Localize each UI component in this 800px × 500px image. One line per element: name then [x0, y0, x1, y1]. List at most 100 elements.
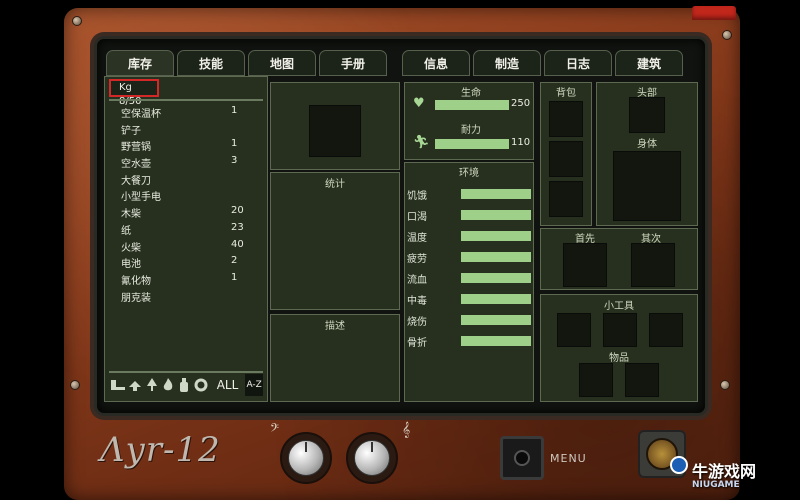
list-item[interactable]: 木柴 20	[121, 205, 251, 222]
item-name: 朋克装	[121, 292, 151, 304]
description-title: 描述	[325, 321, 345, 332]
stamina-value: 110	[511, 137, 531, 148]
treble-clef-icon: 𝄞	[402, 422, 411, 438]
tab-crafting[interactable]: 制造	[473, 50, 541, 76]
gear-filter-icon[interactable]	[194, 377, 208, 393]
health-bar	[435, 100, 509, 110]
stats-title: 统计	[325, 179, 345, 190]
tab-map[interactable]: 地图	[248, 50, 316, 76]
item-name: 火柴	[121, 242, 141, 254]
env-name: 流血	[407, 274, 427, 286]
env-row: 骨折	[407, 331, 533, 351]
list-item[interactable]: 空保温杯 1	[121, 105, 251, 122]
list-item[interactable]: 空水壶 3	[121, 155, 251, 172]
item-name: 空保温杯	[121, 109, 161, 120]
environment-title: 环境	[459, 168, 479, 179]
tab-info[interactable]: 信息	[402, 50, 470, 76]
item-count: 1	[231, 105, 238, 116]
filter-all-button[interactable]: ALL	[217, 378, 239, 392]
watermark-text: 牛游戏网	[692, 462, 757, 481]
backpack-slot[interactable]	[549, 181, 583, 217]
env-bar	[461, 336, 531, 346]
item-name: 电池	[121, 259, 141, 271]
menu-label: MENU	[550, 452, 587, 465]
heart-icon: ♥	[413, 96, 425, 111]
description-panel: 描述	[270, 314, 400, 402]
list-item[interactable]: 铲子	[121, 122, 251, 139]
list-item[interactable]: 大餐刀	[121, 172, 251, 189]
items-title: 物品	[609, 353, 629, 364]
watermark: 牛游戏网 NIUGAME	[692, 458, 756, 490]
tree-filter-icon[interactable]	[145, 377, 159, 393]
backpack-slot[interactable]	[549, 141, 583, 177]
tab-skills[interactable]: 技能	[177, 50, 245, 76]
env-bar	[461, 315, 531, 325]
screw	[722, 30, 732, 40]
backpack-title: 背包	[556, 88, 576, 99]
env-name: 口渴	[407, 211, 427, 223]
env-bar	[461, 252, 531, 262]
env-row: 疲劳	[407, 247, 533, 267]
screw	[70, 380, 80, 390]
primary-hand-slot[interactable]	[563, 243, 607, 287]
backpack-panel: 背包	[540, 82, 592, 226]
item-name: 纸	[121, 225, 131, 237]
tab-manual[interactable]: 手册	[319, 50, 387, 76]
env-name: 疲劳	[407, 253, 427, 265]
gadget-slot[interactable]	[557, 313, 591, 347]
bass-clef-icon: 𝄢	[270, 422, 280, 438]
vitals-panel: 生命 ♥ 250 耐力 🏃︎ 110	[404, 82, 534, 160]
bottle-filter-icon[interactable]	[178, 377, 191, 393]
list-item[interactable]: 小型手电	[121, 188, 251, 205]
list-item[interactable]: 氰化物 1	[121, 272, 251, 289]
item-count: 40	[231, 238, 244, 250]
list-item[interactable]: 电池 2	[121, 255, 251, 272]
list-item[interactable]: 纸 23	[121, 222, 251, 239]
list-item[interactable]: 朋克装	[121, 289, 251, 306]
env-bar	[461, 189, 531, 199]
env-bar	[461, 231, 531, 241]
red-switch[interactable]	[692, 6, 736, 20]
item-count: 2	[231, 255, 238, 267]
stamina-bar	[435, 139, 509, 149]
item-count	[231, 188, 251, 205]
item-slot[interactable]	[579, 363, 613, 397]
item-count	[231, 172, 251, 189]
stamina-label: 耐力	[461, 125, 481, 136]
gadgets-title: 小工具	[604, 301, 634, 312]
tab-inventory[interactable]: 库存	[106, 50, 174, 76]
secondary-hand-slot[interactable]	[631, 243, 675, 287]
inventory-list: 空保温杯 1 铲子 野营锅 1 空水壶 3 大餐刀 小型手电 木柴 20 纸 23 火柴 4…	[121, 105, 251, 305]
backpack-slot[interactable]	[549, 101, 583, 137]
list-item[interactable]: 火柴 40	[121, 239, 251, 256]
tools-filter-icon[interactable]	[111, 377, 125, 393]
menu-button[interactable]	[500, 436, 544, 480]
fire-filter-icon[interactable]	[162, 377, 175, 393]
head-slot[interactable]	[629, 97, 665, 133]
gadget-slot[interactable]	[649, 313, 683, 347]
item-name: 木柴	[121, 209, 141, 221]
item-slot[interactable]	[625, 363, 659, 397]
item-count: 3	[231, 155, 238, 167]
food-filter-icon[interactable]	[128, 377, 142, 393]
env-row: 饥饿	[407, 184, 533, 204]
gadgets-panel: 小工具 物品	[540, 294, 698, 402]
tab-journal[interactable]: 日志	[544, 50, 612, 76]
environment-panel: 环境 饥饿 口渴 温度 疲劳 流血 中毒 烧伤 骨折	[404, 162, 534, 402]
env-row: 口渴	[407, 205, 533, 225]
tab-building[interactable]: 建筑	[615, 50, 683, 76]
item-preview-slot	[309, 105, 361, 157]
sort-az-button[interactable]: A-Z	[245, 374, 263, 396]
body-slot[interactable]	[613, 151, 681, 221]
item-count	[231, 289, 251, 306]
list-item[interactable]: 野营锅 1	[121, 138, 251, 155]
watermark-subtext: NIUGAME	[692, 480, 740, 490]
hands-panel: 首先 其次	[540, 228, 698, 290]
watermark-mascot-icon	[670, 456, 688, 474]
menu-button-center	[514, 450, 530, 466]
env-row: 温度	[407, 226, 533, 246]
gadget-slot[interactable]	[603, 313, 637, 347]
health-value: 250	[511, 98, 531, 109]
knob-indicator	[305, 442, 307, 452]
item-name: 大餐刀	[121, 175, 151, 187]
